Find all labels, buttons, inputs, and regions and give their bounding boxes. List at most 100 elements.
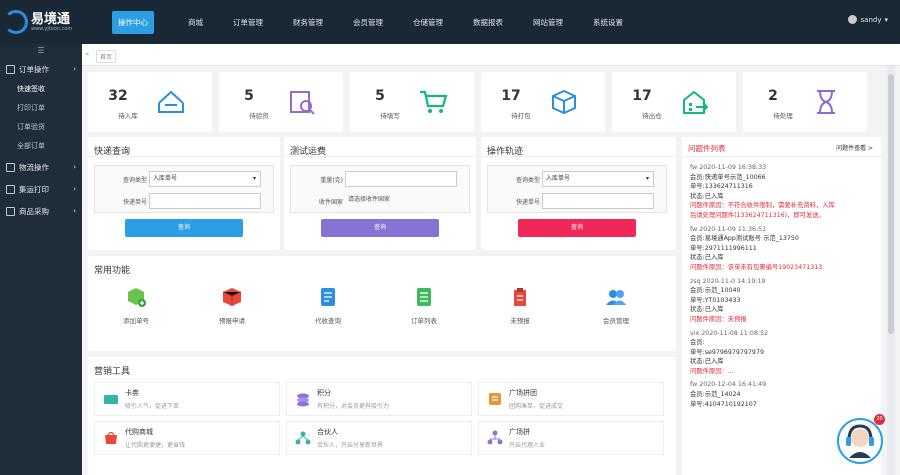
scrollbar-thumb[interactable]: [888, 74, 894, 334]
sidebar-group-label: 物流操作: [19, 162, 49, 172]
marketing-square[interactable]: 广场拼 开启代理人业: [478, 421, 664, 455]
nav-mall[interactable]: 商城: [188, 17, 203, 28]
customer-service-button[interactable]: [837, 418, 883, 464]
quick-label: 订单列表: [411, 317, 437, 325]
stat-card-pending-outbound[interactable]: 17 待出仓: [612, 72, 736, 132]
panel-title: 快递查询: [88, 137, 280, 157]
chevron-down-icon: ▾: [252, 175, 256, 182]
inbox-icon: [154, 85, 188, 119]
stat-card-pending-inspect[interactable]: 5 待验货: [219, 72, 343, 132]
issue-line: zsq 2020-11-0 14:19:19: [690, 277, 766, 285]
printer-icon: [6, 184, 15, 194]
users-icon: [606, 290, 626, 305]
query-type-select[interactable]: 入库单号 ▾: [149, 171, 261, 187]
panel-title: 操作轨迹: [481, 137, 676, 157]
stat-card-pending-handle[interactable]: 2 待处理: [743, 72, 867, 132]
marketing-coupon[interactable]: 卡劵 吸引人气，促进下单: [94, 382, 280, 416]
freight-query-button[interactable]: 查询: [321, 219, 439, 237]
menu-toggle-icon[interactable]: ☰: [0, 44, 82, 58]
panel-freight-test: 测试运费 重量(克) 收件国家 请选择收件国家 查询: [284, 137, 476, 250]
tab-home[interactable]: 首页: [96, 50, 117, 63]
sidebar-group-logistics[interactable]: 物流操作 ›: [0, 156, 82, 178]
quick-order-list[interactable]: 订单列表: [376, 286, 472, 325]
top-navbar: 易境通 www.yjtoon.com 操作中心 商城 订单管理 财务管理 会员管…: [0, 0, 900, 44]
marketing-purchase-mall[interactable]: 代购商城 让代购更便捷，更省钱: [94, 421, 280, 455]
sidebar-group-orders[interactable]: 订单操作 ›: [0, 58, 82, 80]
marketing-partner[interactable]: 合伙人 合伙人，开启分享新世界: [286, 421, 472, 455]
sidebar-item-all-orders[interactable]: 全部订单: [0, 137, 82, 156]
sidebar-group-consolidation-print[interactable]: 集运打印 ›: [0, 178, 82, 200]
quick-label: 预报申请: [219, 317, 245, 325]
tracking-number-input[interactable]: [542, 193, 654, 209]
quick-forecast-apply[interactable]: 预报申请: [184, 286, 280, 325]
quick-not-forecast[interactable]: 未预报: [472, 286, 568, 325]
issue-line: 单号:YT0103433: [690, 296, 741, 304]
user-menu[interactable]: sandy ▾: [847, 15, 888, 24]
express-query-form: 查询类型 入库单号 ▾ 快递单号: [94, 165, 274, 213]
nav-orders[interactable]: 订单管理: [233, 17, 263, 28]
stat-value: 2: [768, 88, 778, 104]
destination-select[interactable]: 请选择收件国家: [345, 193, 457, 209]
page-scrollbar[interactable]: [887, 66, 895, 475]
sidebar-group-label: 订单操作: [19, 64, 49, 74]
express-query-button[interactable]: 查询: [125, 219, 243, 237]
marketing-title: 广场拼团: [509, 389, 537, 397]
weight-input[interactable]: [345, 171, 457, 187]
sidebar-group-purchase[interactable]: 商品采购 ›: [0, 200, 82, 222]
nav-warehouse[interactable]: 仓储管理: [413, 17, 443, 28]
tracking-number-input[interactable]: [149, 193, 261, 209]
mall-icon: [105, 431, 117, 444]
issue-line: 单号:133624711316: [690, 183, 753, 191]
nav-finance[interactable]: 财务管理: [293, 17, 323, 28]
sidebar-item-inspect[interactable]: 订单验货: [0, 118, 82, 137]
issue-list-more-link[interactable]: 问题件查看 >: [836, 143, 873, 152]
nav-settings[interactable]: 系统设置: [593, 17, 623, 28]
sidebar-group-label: 商品采购: [19, 206, 49, 216]
quick-collection-query[interactable]: 代收查询: [280, 286, 376, 325]
tab-scroll-left-icon[interactable]: «: [85, 50, 89, 58]
query-type-select[interactable]: 入库单号 ▾: [542, 171, 654, 187]
issue-list-body: fw 2020-11-09 16:38:33 会员:快递单号示范_10066 单号:…: [690, 163, 870, 409]
marketing-group-buy[interactable]: 广场拼团 团购凑单，促进成交: [478, 382, 664, 416]
add-package-icon: [128, 288, 146, 307]
stat-card-pending-pack[interactable]: 17 待打包: [481, 72, 605, 132]
nav-website[interactable]: 网站管理: [533, 17, 563, 28]
stat-card-pending-fill[interactable]: 5 待填写: [350, 72, 474, 132]
stat-value: 17: [632, 88, 652, 104]
operation-trace-form: 查询类型 入库单号 ▾ 快递单号: [487, 165, 667, 213]
issue-line: 问题件原因：未预报: [690, 315, 747, 323]
quick-label: 代收查询: [315, 317, 341, 325]
panel-express-query: 快递查询 查询类型 入库单号 ▾ 快递单号 查询: [88, 137, 280, 250]
issue-line: fw 2020-11-09 16:38:33: [690, 164, 767, 171]
issue-line: 状态:已入库: [690, 254, 724, 262]
main-nav: 操作中心 商城 订单管理 财务管理 会员管理 仓储管理 数据报表 网站管理 系统…: [90, 0, 653, 44]
operation-query-button[interactable]: 查询: [518, 219, 636, 237]
sidebar-item-quick-sign[interactable]: 快速签收: [0, 80, 82, 99]
nav-reports[interactable]: 数据报表: [473, 17, 503, 28]
stat-value: 5: [244, 88, 254, 104]
sidebar-item-print-orders[interactable]: 打印订单: [0, 99, 82, 118]
sidebar-group-label: 集运打印: [19, 184, 49, 194]
stat-label: 待验货: [249, 112, 269, 120]
logo[interactable]: 易境通 www.yjtoon.com: [0, 10, 90, 34]
nav-operation-center[interactable]: 操作中心: [112, 10, 154, 34]
points-icon: [297, 393, 309, 407]
inspect-icon: [285, 85, 319, 119]
nav-members[interactable]: 会员管理: [353, 17, 383, 28]
issue-line: 单号:se9796979797979: [690, 348, 764, 356]
cart-icon: [416, 85, 450, 119]
box-icon: [547, 85, 581, 119]
chevron-down-icon: ▾: [645, 175, 649, 182]
quick-member-manage[interactable]: 会员管理: [568, 286, 664, 325]
receipt-icon: [321, 288, 335, 306]
tracking-number-label: 快递单号: [122, 199, 147, 206]
issue-line: 后请处理问题件(133624711316)，即可发送。: [690, 211, 825, 219]
issue-line: 单号:2971111996111: [690, 244, 757, 252]
quick-add-number[interactable]: 添加单号: [88, 286, 184, 325]
marketing-points[interactable]: 积分 有积分，对会员更有吸引力: [286, 382, 472, 416]
marketing-desc: 让代购更便捷，更省钱: [125, 442, 186, 449]
issue-line: 单号:4104710192107: [690, 400, 757, 408]
partner-icon: [295, 431, 311, 445]
marketing-desc: 开启代理人业: [509, 442, 546, 449]
stat-card-pending-inbound[interactable]: 32 待入库: [88, 72, 212, 132]
